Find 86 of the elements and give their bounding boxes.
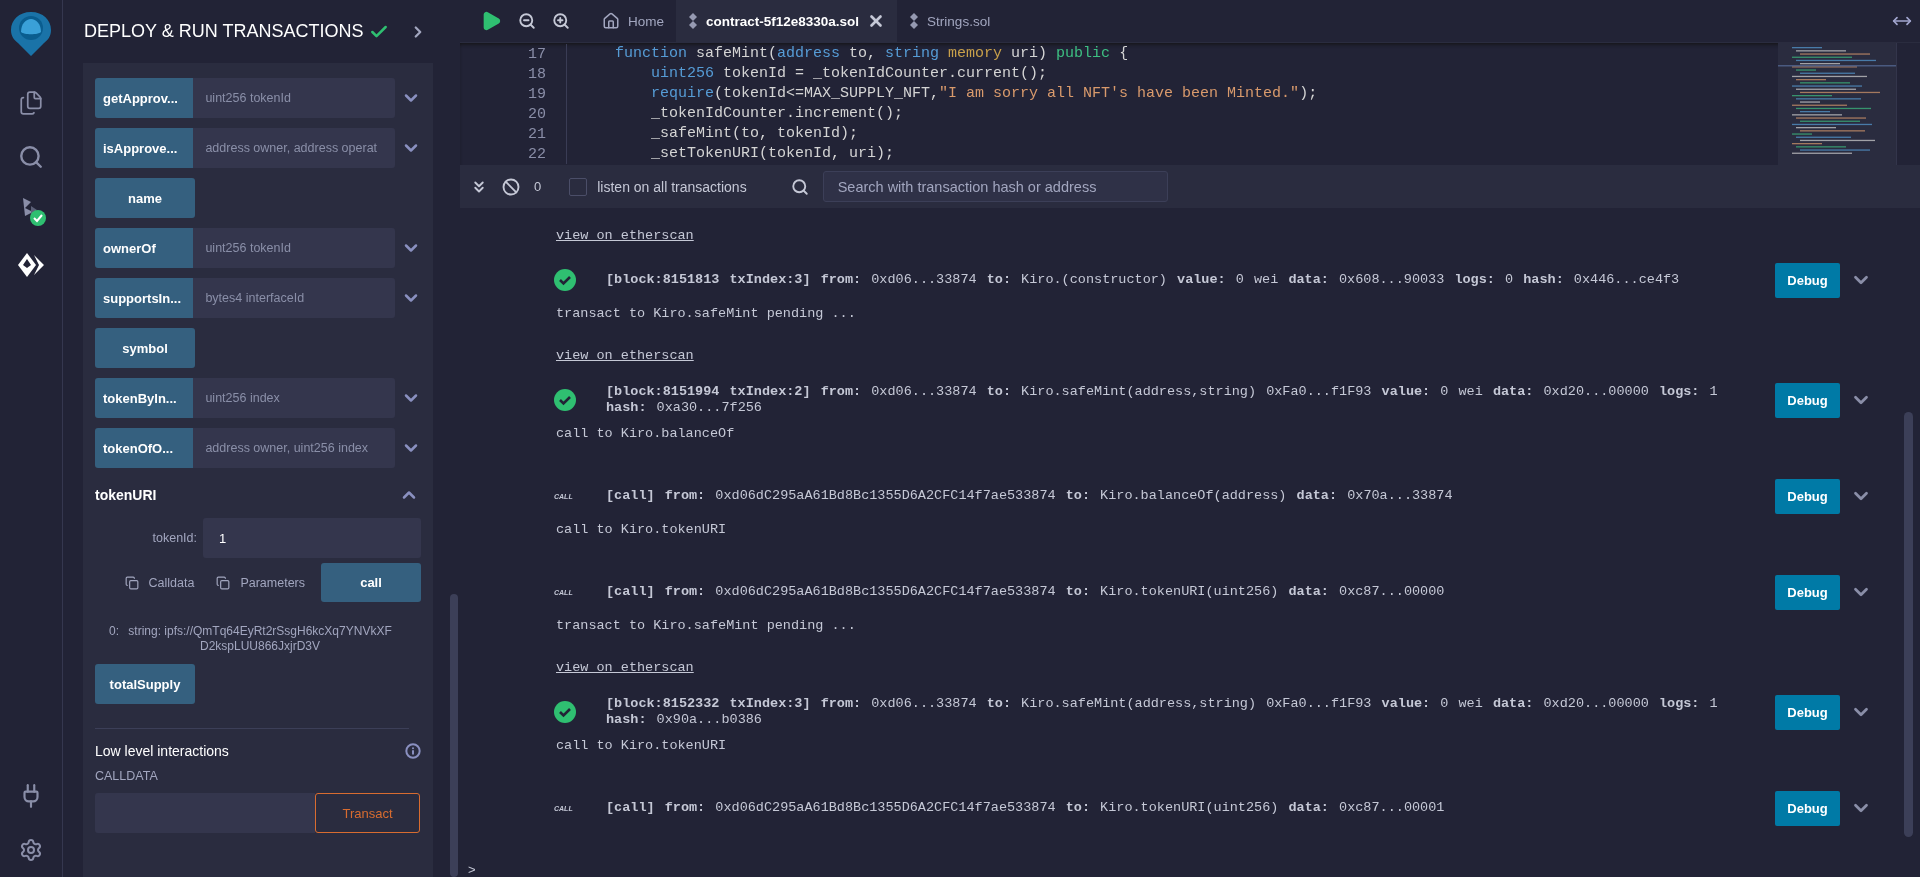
transaction-details: [block:8151994 txIndex:2] from: 0xd06...33874 to: Kiro.safeMint(address,string) 0xFa0...f1F93 value: 0 wei data: 0xd20...00000 logs: 1 hash: 0xa30...7f256 xyxy=(606,384,1719,416)
editor-tab[interactable]: Home xyxy=(590,0,676,42)
debug-button[interactable]: Debug xyxy=(1775,694,1840,730)
solidity-icon xyxy=(688,13,698,29)
transaction-details: [block:8151813 txIndex:3] from: 0xd06...33874 to: Kiro.(constructor) value: 0 wei data: 0x608...90033 logs: 0 hash: 0x446...ce4f3 xyxy=(606,272,1681,288)
copy-icon xyxy=(216,575,231,590)
line-number: 18 xyxy=(527,65,546,83)
success-check-icon xyxy=(554,701,576,723)
log-message: transact to Kiro.safeMint pending ... xyxy=(556,305,857,323)
line-number: 22 xyxy=(527,145,546,163)
editor-tab[interactable]: contract-5f12e8330a.sol xyxy=(676,0,898,42)
editor-tab[interactable]: Strings.sol xyxy=(897,0,1003,42)
section-title: Low level interactions xyxy=(95,743,229,759)
debug-button[interactable]: Debug xyxy=(1775,790,1840,826)
field-label: CALLDATA xyxy=(95,769,159,783)
success-check-icon xyxy=(554,269,576,291)
home-icon xyxy=(602,12,620,30)
function-button[interactable]: symbol xyxy=(95,328,195,368)
files-icon[interactable] xyxy=(18,90,44,116)
etherscan-link[interactable]: view on etherscan xyxy=(556,226,694,246)
code-line: uint256 tokenId = _tokenIdCounter.current(); xyxy=(566,64,1057,84)
search-icon xyxy=(790,177,809,196)
checkbox[interactable] xyxy=(569,177,588,196)
param-field[interactable]: 1 xyxy=(203,518,421,558)
panel-title: DEPLOY & RUN TRANSACTIONS xyxy=(84,21,364,42)
success-check-icon xyxy=(554,389,576,411)
settings-icon[interactable] xyxy=(19,838,43,862)
search-field[interactable]: Search with transaction hash or address xyxy=(822,171,1168,202)
result-text: string: ipfs://QmTq64EyRt2rSsgH6kcXq7YNVkXFD2kspLUU866JxjrD3V xyxy=(127,624,393,654)
function-button[interactable]: supportsIn... xyxy=(95,278,194,318)
code-line: _setTokenURI(tokenId, uri); xyxy=(566,144,904,164)
zoom-in-icon[interactable] xyxy=(552,12,570,30)
transact-button[interactable]: Transact xyxy=(315,793,420,833)
zoom-out-icon[interactable] xyxy=(518,12,536,30)
prompt: > xyxy=(468,862,476,877)
function-button[interactable]: tokenOfO... xyxy=(95,428,194,468)
calldata-button[interactable]: Calldata xyxy=(118,575,201,590)
code-line: function safeMint(address to, string memory uri) public { xyxy=(566,44,1138,64)
function-button[interactable]: totalSupply xyxy=(95,664,195,704)
transaction-details: [call] from: 0xd06dC295aA61Bd8Bc1355D6A2CFC14f7ae533874 to: Kiro.balanceOf(address) data: 0x70a...33874 xyxy=(606,488,1454,504)
line-number: 21 xyxy=(527,125,546,143)
argument-field[interactable]: uint256 index xyxy=(193,378,395,418)
debug-button[interactable]: Debug xyxy=(1775,262,1840,298)
argument-field[interactable]: bytes4 interfaceId xyxy=(193,278,395,318)
transaction-details: [call] from: 0xd06dC295aA61Bd8Bc1355D6A2CFC14f7ae533874 to: Kiro.tokenURI(uint256) data: 0xc87...00000 xyxy=(606,584,1446,600)
argument-field[interactable]: address owner, address operat xyxy=(193,128,395,168)
transaction-details: [block:8152332 txIndex:3] from: 0xd06...33874 to: Kiro.safeMint(address,string) 0xFa0...f1F93 value: 0 wei data: 0xd20...00000 logs: 1 hash: 0x90a...b0386 xyxy=(606,696,1719,728)
log-message: call to Kiro.tokenURI xyxy=(556,521,728,539)
function-button[interactable]: ownerOf xyxy=(95,228,194,268)
function-button[interactable]: name xyxy=(95,178,195,218)
function-title: tokenURI xyxy=(95,487,157,503)
parameters-button[interactable]: Parameters xyxy=(210,575,311,590)
function-button[interactable]: tokenByIn... xyxy=(95,378,194,418)
line-number: 17 xyxy=(527,45,546,63)
deploy-icon[interactable] xyxy=(17,251,45,279)
solidity-icon xyxy=(909,13,920,29)
line-number: 20 xyxy=(527,105,546,123)
info-icon xyxy=(405,743,421,759)
search-icon[interactable] xyxy=(18,144,44,170)
etherscan-link[interactable]: view on etherscan xyxy=(556,346,694,366)
remix-logo xyxy=(8,10,54,58)
debug-button[interactable]: Debug xyxy=(1775,382,1840,418)
line-number: 19 xyxy=(527,85,546,103)
log-message: transact to Kiro.safeMint pending ... xyxy=(556,617,857,635)
checkbox-label: listen on all transactions xyxy=(597,178,747,195)
clear-icon[interactable] xyxy=(502,177,520,196)
log-message: call to Kiro.tokenURI xyxy=(556,737,728,755)
log-message: call to Kiro.balanceOf xyxy=(556,425,736,443)
function-button[interactable]: getApprov... xyxy=(95,78,194,118)
function-button[interactable]: isApprove... xyxy=(95,128,194,168)
result-index: 0: xyxy=(109,624,119,640)
argument-field[interactable]: uint256 tokenId xyxy=(193,228,395,268)
call-button[interactable]: call xyxy=(321,563,421,602)
code-line: require(tokenId<=MAX_SUPPLY_NFT,"I am sorry all NFT's have been Minted."); xyxy=(566,84,1327,104)
copy-icon xyxy=(124,575,139,590)
debug-button[interactable]: Debug xyxy=(1775,478,1840,514)
debug-button[interactable]: Debug xyxy=(1775,574,1840,610)
transaction-details: [call] from: 0xd06dC295aA61Bd8Bc1355D6A2CFC14f7ae533874 to: Kiro.tokenURI(uint256) data: 0xc87...00001 xyxy=(606,800,1446,816)
argument-field[interactable]: address owner, uint256 index xyxy=(193,428,395,468)
argument-field[interactable]: uint256 tokenId xyxy=(193,78,395,118)
code-line: _tokenIdCounter.increment(); xyxy=(566,104,913,124)
code-line: _safeMint(to, tokenId); xyxy=(566,124,868,144)
etherscan-link[interactable]: view on etherscan xyxy=(556,658,694,678)
pending-count: 0 xyxy=(534,179,542,194)
calldata-field[interactable] xyxy=(95,793,315,833)
param-label: tokenId: xyxy=(152,531,197,545)
